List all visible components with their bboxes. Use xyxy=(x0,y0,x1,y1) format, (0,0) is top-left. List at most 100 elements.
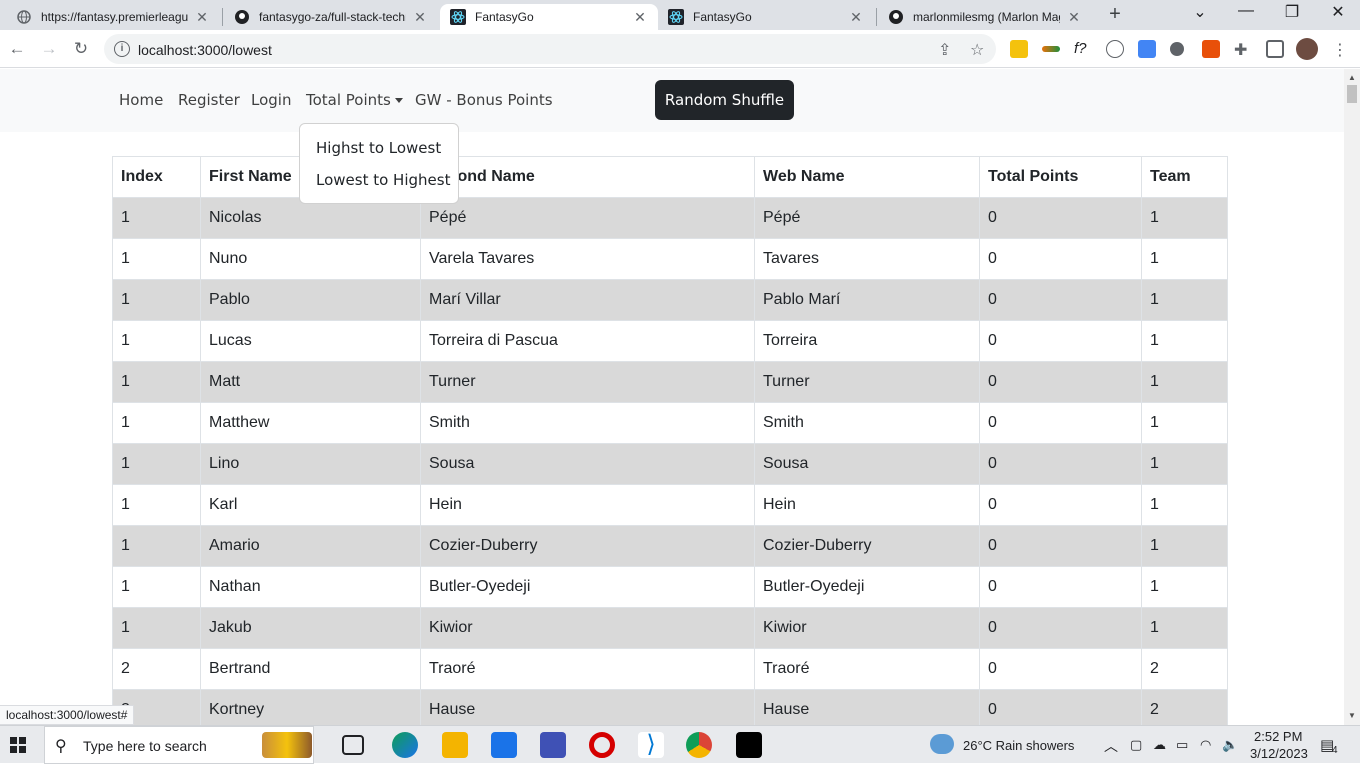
extension-icon[interactable] xyxy=(1010,40,1028,58)
share-icon[interactable]: ⇪ xyxy=(938,40,951,60)
browser-tab-4[interactable]: FantasyGo ✕ xyxy=(658,4,874,30)
weather-icon[interactable] xyxy=(930,734,954,754)
table-cell: Hein xyxy=(420,484,755,526)
sidebar-icon[interactable] xyxy=(1266,40,1284,58)
chevron-up-icon[interactable]: ︿ xyxy=(1104,736,1118,756)
table-cell: 2 xyxy=(112,648,201,690)
table-cell: 1 xyxy=(112,361,201,403)
players-table: Index First Name Second Name Web Name To… xyxy=(112,156,1228,725)
battery-icon[interactable]: ▭ xyxy=(1176,737,1188,753)
browser-tab-1[interactable]: https://fantasy.premierleague ✕ xyxy=(6,4,220,30)
back-icon[interactable]: ← xyxy=(6,38,28,60)
cloud-icon[interactable]: ☁ xyxy=(1153,737,1166,753)
opera-icon[interactable] xyxy=(589,732,615,758)
extension-icon[interactable] xyxy=(1202,40,1220,58)
close-icon[interactable]: ✕ xyxy=(194,9,210,26)
dropdown-item-lowest-to-highest[interactable]: Lowest to Highest xyxy=(300,164,458,196)
info-icon[interactable]: i xyxy=(114,41,130,57)
table-cell: 1 xyxy=(1141,320,1228,362)
table-cell: 1 xyxy=(112,238,201,280)
table-cell: Traoré xyxy=(420,648,755,690)
dropdown-item-highest-to-lowest[interactable]: Highst to Lowest xyxy=(300,132,458,164)
table-cell: 1 xyxy=(1141,238,1228,280)
clock-time[interactable]: 2:52 PM xyxy=(1254,729,1302,744)
puzzle-icon[interactable]: ✚ xyxy=(1234,40,1252,59)
bug-extension-icon[interactable] xyxy=(1170,42,1184,56)
nav-login-link[interactable]: Login xyxy=(251,91,291,109)
table-row: 1 Pablo Marí Villar Pablo Marí 0 1 xyxy=(112,279,1228,321)
close-icon[interactable]: ✕ xyxy=(412,9,428,26)
close-icon[interactable]: ✕ xyxy=(848,9,864,26)
tab-search-icon[interactable]: ⌄ xyxy=(1190,2,1210,22)
page-content: Home Register Login Total Points GW - Bo… xyxy=(0,69,1344,725)
browser-tab-5[interactable]: marlonmilesmg (Marlon Mag ✕ xyxy=(878,4,1092,30)
reload-icon[interactable]: ↻ xyxy=(70,38,92,60)
browser-tab-3-active[interactable]: FantasyGo ✕ xyxy=(440,4,658,30)
windows-start-icon[interactable] xyxy=(10,737,26,753)
avatar[interactable] xyxy=(1296,38,1318,60)
menu-dots-icon[interactable]: ⋮ xyxy=(1332,40,1350,59)
nav-total-points-dropdown[interactable]: Total Points xyxy=(306,91,403,109)
table-cell: Karl xyxy=(200,484,421,526)
address-bar[interactable]: i localhost:3000/lowest ⇪ ☆ xyxy=(104,34,996,64)
random-shuffle-button[interactable]: Random Shuffle xyxy=(655,80,794,120)
weather-text[interactable]: 26°C Rain showers xyxy=(963,738,1074,753)
nav-bonus-points-link[interactable]: GW - Bonus Points xyxy=(415,91,553,109)
wifi-icon[interactable]: ◠ xyxy=(1200,737,1211,753)
table-cell: 0 xyxy=(979,238,1142,280)
app-icon[interactable] xyxy=(540,732,566,758)
notification-count: 4 xyxy=(1332,745,1338,756)
table-row: 1 Matt Turner Turner 0 1 xyxy=(112,361,1228,403)
table-cell: Smith xyxy=(420,402,755,444)
extension-icon[interactable] xyxy=(1138,40,1156,58)
bookmark-star-icon[interactable]: ☆ xyxy=(970,40,984,60)
device-icon[interactable]: ▢ xyxy=(1130,737,1142,753)
nav-home-link[interactable]: Home xyxy=(119,91,163,109)
column-header: Index xyxy=(112,156,201,198)
table-cell: 1 xyxy=(112,279,201,321)
browser-tab-2[interactable]: fantasygo-za/full-stack-techn ✕ xyxy=(224,4,438,30)
table-cell: Pablo xyxy=(200,279,421,321)
scrollbar-thumb[interactable] xyxy=(1347,85,1357,103)
minimize-button[interactable]: — xyxy=(1236,2,1256,20)
close-icon[interactable]: ✕ xyxy=(632,9,648,26)
extension-icon[interactable] xyxy=(1042,46,1060,52)
table-cell: 1 xyxy=(112,197,201,239)
globe-icon xyxy=(16,9,32,25)
table-cell: 1 xyxy=(1141,197,1228,239)
react-icon xyxy=(668,9,684,25)
extension-icon[interactable] xyxy=(1106,40,1124,58)
task-view-icon[interactable] xyxy=(342,735,364,755)
clock-date[interactable]: 3/12/2023 xyxy=(1250,746,1308,761)
table-cell: Nuno xyxy=(200,238,421,280)
table-cell: 0 xyxy=(979,197,1142,239)
tab-title: FantasyGo xyxy=(475,10,534,24)
table-cell: 1 xyxy=(1141,443,1228,485)
forward-icon[interactable]: → xyxy=(38,38,60,60)
volume-icon[interactable]: 🔈 xyxy=(1222,737,1238,753)
table-cell: 1 xyxy=(112,525,201,567)
scroll-down-arrow-icon[interactable]: ▼ xyxy=(1348,711,1356,720)
close-icon[interactable]: ✕ xyxy=(1066,9,1082,26)
address-url[interactable]: localhost:3000/lowest xyxy=(138,42,272,58)
file-explorer-icon[interactable] xyxy=(442,732,468,758)
table-cell: 0 xyxy=(979,361,1142,403)
chrome-icon[interactable] xyxy=(686,732,712,758)
formula-extension-icon[interactable]: f? xyxy=(1074,40,1092,58)
restore-button[interactable]: ❐ xyxy=(1282,2,1302,22)
mail-icon[interactable] xyxy=(491,732,517,758)
scroll-up-arrow-icon[interactable]: ▲ xyxy=(1348,73,1356,82)
table-header-row: Index First Name Second Name Web Name To… xyxy=(112,156,1228,198)
nav-register-link[interactable]: Register xyxy=(178,91,240,109)
intellij-icon[interactable] xyxy=(736,732,762,758)
table-cell: 1 xyxy=(1141,566,1228,608)
vertical-scrollbar[interactable]: ▲ ▼ xyxy=(1344,69,1360,725)
close-window-button[interactable]: ✕ xyxy=(1328,2,1348,22)
new-tab-button[interactable]: + xyxy=(1104,3,1126,26)
table-cell: Kiwior xyxy=(754,607,980,649)
table-cell: 0 xyxy=(979,402,1142,444)
table-cell: 0 xyxy=(979,443,1142,485)
vscode-icon[interactable]: ⟩ xyxy=(638,732,664,758)
edge-icon[interactable] xyxy=(392,732,418,758)
search-highlight-image-icon[interactable] xyxy=(262,732,312,758)
